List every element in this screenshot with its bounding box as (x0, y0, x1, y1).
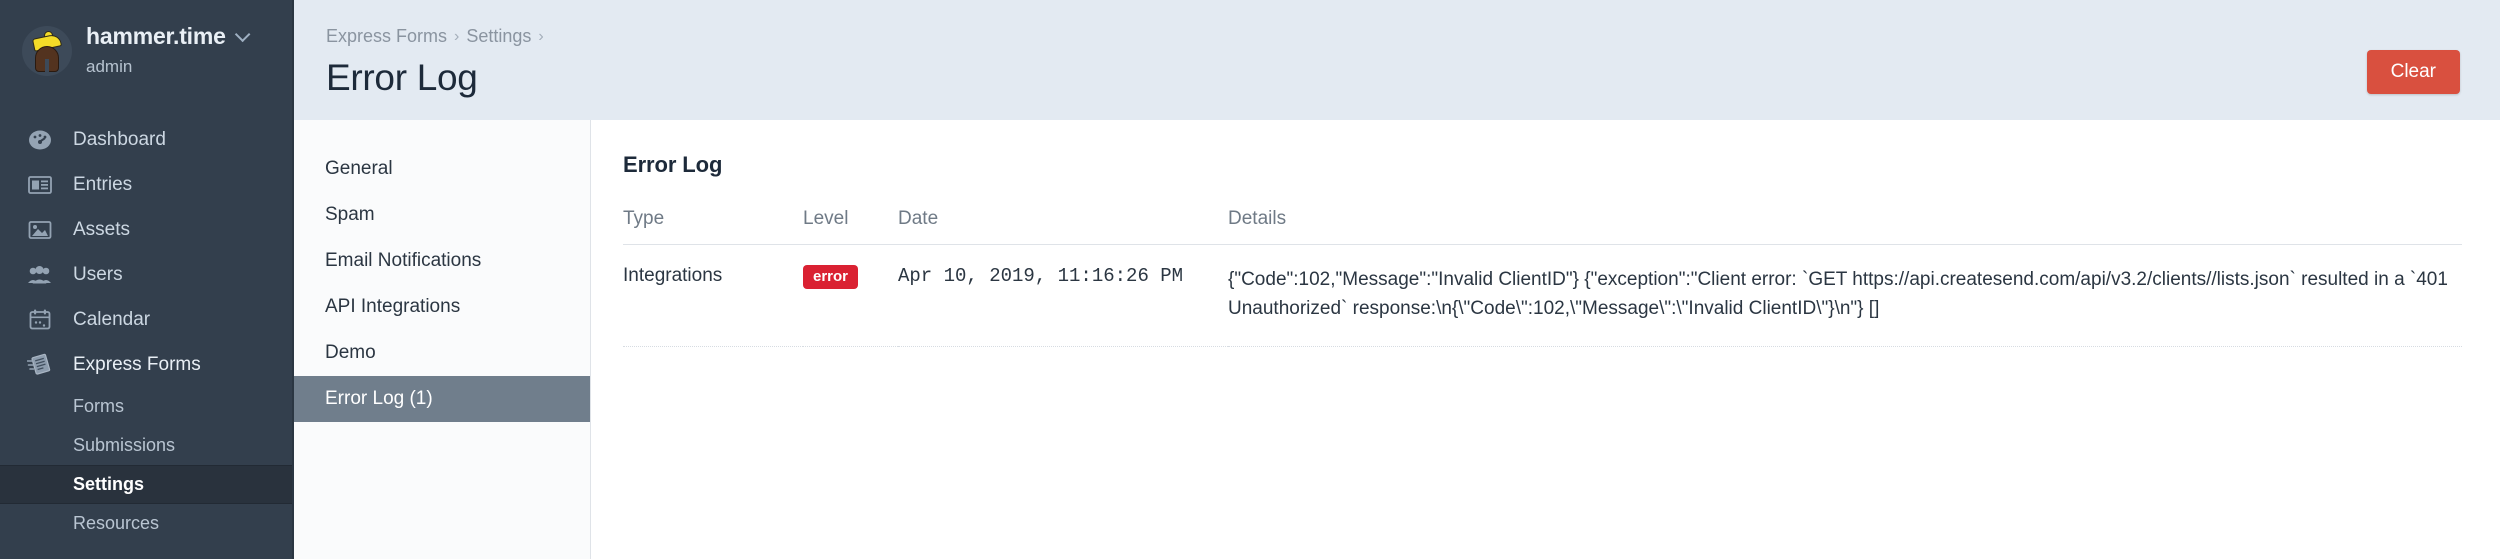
flying-paper-icon (25, 352, 55, 378)
user-name: hammer.time (86, 23, 226, 49)
sidebar-item-label: Dashboard (73, 128, 166, 150)
cell-details: {"Code":102,"Message":"Invalid ClientID"… (1228, 244, 2462, 347)
cell-date: Apr 10, 2019, 11:16:26 PM (898, 244, 1228, 347)
sidebar-subitem-label: Resources (73, 513, 160, 534)
cell-type: Integrations (623, 244, 803, 347)
sidebar-item-label: Express Forms (73, 353, 201, 375)
sidebar-item-dashboard[interactable]: Dashboard (0, 117, 294, 162)
primary-nav: Dashboard Entries Assets Users Calendar … (0, 117, 294, 543)
cell-level: error (803, 244, 898, 347)
settings-nav-label: Demo (325, 342, 376, 363)
status-badge: error (803, 265, 859, 289)
sidebar-item-calendar[interactable]: Calendar (0, 297, 294, 342)
sidebar-item-users[interactable]: Users (0, 252, 294, 297)
clear-button[interactable]: Clear (2366, 50, 2460, 94)
newspaper-icon (25, 172, 55, 198)
settings-nav-item-general[interactable]: General (294, 146, 590, 192)
breadcrumb-item-express-forms[interactable]: Express Forms (326, 26, 447, 47)
settings-nav-item-demo[interactable]: Demo (294, 330, 590, 376)
gauge-icon (25, 127, 55, 153)
user-names: hammer.time admin (86, 23, 251, 77)
content-wrapper: General Spam Email Notifications API Int… (294, 120, 2500, 559)
users-icon (25, 262, 55, 288)
breadcrumb: Express Forms › Settings › (326, 22, 544, 47)
main-area: Express Forms › Settings › Error Log Cle… (294, 0, 2500, 559)
avatar-leg-gap (45, 58, 49, 72)
table-row: Integrations error Apr 10, 2019, 11:16:2… (623, 244, 2462, 347)
chevron-down-icon[interactable] (234, 26, 251, 43)
image-icon (25, 217, 55, 243)
sidebar-item-assets[interactable]: Assets (0, 207, 294, 252)
column-header-date: Date (898, 208, 1228, 245)
avatar (22, 25, 72, 76)
table-header-row: Type Level Date Details (623, 208, 2462, 245)
settings-nav-item-email-notifications[interactable]: Email Notifications (294, 238, 590, 284)
sidebar-item-entries[interactable]: Entries (0, 162, 294, 207)
calendar-icon (25, 307, 55, 333)
settings-nav-label: General (325, 158, 393, 179)
breadcrumb-separator-icon: › (538, 27, 544, 45)
column-header-level: Level (803, 208, 898, 245)
breadcrumb-separator-icon: › (454, 27, 460, 45)
sidebar-item-label: Calendar (73, 308, 151, 330)
global-sidebar: hammer.time admin Dashboard Entries Asse… (0, 0, 294, 559)
sidebar-subitem-submissions[interactable]: Submissions (0, 426, 294, 465)
sidebar-item-express-forms[interactable]: Express Forms (0, 342, 294, 387)
user-menu[interactable]: hammer.time admin (0, 0, 294, 99)
sidebar-subitem-settings[interactable]: Settings (0, 465, 294, 505)
settings-nav-item-spam[interactable]: Spam (294, 192, 590, 238)
column-header-details: Details (1228, 208, 2462, 245)
settings-nav-item-api-integrations[interactable]: API Integrations (294, 284, 590, 330)
header-left: Express Forms › Settings › Error Log (326, 22, 544, 99)
user-role: admin (86, 57, 133, 77)
column-header-type: Type (623, 208, 803, 245)
settings-nav-label: API Integrations (325, 296, 461, 317)
sidebar-subitem-resources[interactable]: Resources (0, 504, 294, 543)
sidebar-subitem-forms[interactable]: Forms (0, 387, 294, 426)
sidebar-subitem-label: Settings (73, 474, 145, 495)
page-title: Error Log (326, 57, 478, 98)
error-log-panel: Error Log Type Level Date Details Integr… (591, 120, 2500, 559)
user-name-row: hammer.time (86, 23, 251, 49)
settings-nav-label: Email Notifications (325, 250, 482, 271)
error-log-table: Type Level Date Details Integrations err… (623, 208, 2462, 347)
sidebar-item-label: Users (73, 263, 123, 285)
page-header: Express Forms › Settings › Error Log Cle… (294, 0, 2500, 120)
sidebar-subitem-label: Submissions (73, 435, 176, 456)
settings-nav-label: Error Log (1) (325, 388, 433, 409)
table-head: Type Level Date Details (623, 208, 2462, 245)
breadcrumb-item-settings[interactable]: Settings (466, 26, 531, 47)
app-root: hammer.time admin Dashboard Entries Asse… (0, 0, 2500, 559)
settings-nav: General Spam Email Notifications API Int… (294, 120, 591, 559)
settings-nav-label: Spam (325, 204, 375, 225)
sidebar-item-label: Assets (73, 218, 131, 240)
sidebar-item-label: Entries (73, 173, 133, 195)
sidebar-subitem-label: Forms (73, 396, 124, 417)
table-body: Integrations error Apr 10, 2019, 11:16:2… (623, 244, 2462, 347)
settings-nav-item-error-log[interactable]: Error Log (1) (294, 376, 590, 422)
section-title: Error Log (623, 152, 723, 177)
